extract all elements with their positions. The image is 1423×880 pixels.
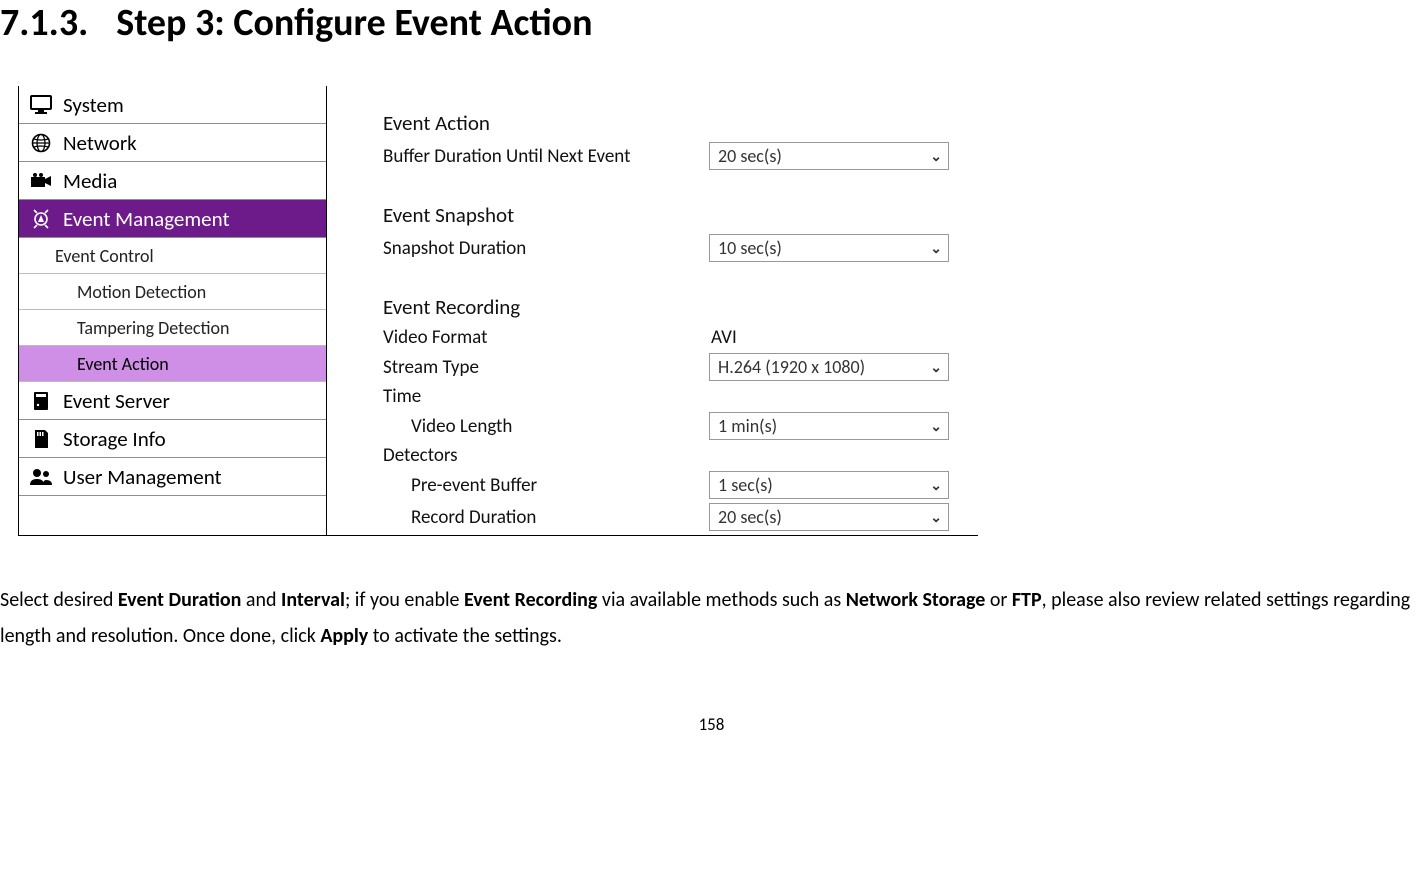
label-time: Time <box>383 385 709 408</box>
select-value: H.264 (1920 x 1080) <box>718 356 865 378</box>
label-buffer-duration: Buffer Duration Until Next Event <box>383 145 709 168</box>
sidebar-item-storage-info[interactable]: Storage Info <box>19 420 326 458</box>
alert-icon <box>27 209 55 229</box>
select-value: 1 sec(s) <box>718 474 773 496</box>
sidebar-item-label: Storage Info <box>55 426 166 452</box>
label-stream-type: Stream Type <box>383 356 709 379</box>
select-value: 20 sec(s) <box>718 506 782 528</box>
subnav-label: Motion Detection <box>77 281 206 303</box>
sidebar-item-event-server[interactable]: Event Server <box>19 382 326 420</box>
sidebar-item-user-management[interactable]: User Management <box>19 458 326 496</box>
sidebar-item-label: User Management <box>55 464 222 490</box>
sidebar: System Network Media Event Management <box>19 86 327 535</box>
subnav-item-motion-detection[interactable]: Motion Detection <box>19 274 326 310</box>
sidebar-item-media[interactable]: Media <box>19 162 326 200</box>
subnav-item-event-action[interactable]: Event Action <box>19 346 326 382</box>
chevron-down-icon: ⌄ <box>930 240 942 257</box>
chevron-down-icon: ⌄ <box>930 509 942 526</box>
section-title: Step 3: Configure Event Action <box>116 0 592 46</box>
section-event-snapshot: Event Snapshot <box>383 202 978 228</box>
camera-icon <box>27 173 55 189</box>
sidebar-item-label: Event Server <box>55 388 170 414</box>
select-snapshot-duration[interactable]: 10 sec(s) ⌄ <box>709 234 949 262</box>
label-pre-event-buffer: Pre-event Buffer <box>383 474 709 497</box>
subnav-item-tampering-detection[interactable]: Tampering Detection <box>19 310 326 346</box>
select-value: 20 sec(s) <box>718 145 782 167</box>
sidebar-item-label: Network <box>55 130 137 156</box>
chevron-down-icon: ⌄ <box>930 148 942 165</box>
page-number: 158 <box>0 714 1423 735</box>
sidebar-blank <box>19 496 326 532</box>
section-event-recording: Event Recording <box>383 294 978 320</box>
select-value: 1 min(s) <box>718 415 777 437</box>
value-video-format: AVI <box>709 326 737 349</box>
label-video-format: Video Format <box>383 326 709 349</box>
chevron-down-icon: ⌄ <box>930 418 942 435</box>
subnav-item-event-control[interactable]: Event Control <box>19 238 326 274</box>
subnav-label: Tampering Detection <box>77 317 230 339</box>
subnav-label: Event Action <box>77 353 169 375</box>
sidebar-item-system[interactable]: System <box>19 86 326 124</box>
label-snapshot-duration: Snapshot Duration <box>383 237 709 260</box>
label-record-duration: Record Duration <box>383 506 709 529</box>
sidebar-item-network[interactable]: Network <box>19 124 326 162</box>
select-buffer-duration[interactable]: 20 sec(s) ⌄ <box>709 142 949 170</box>
content-panel: Event Action Buffer Duration Until Next … <box>327 86 978 535</box>
select-stream-type[interactable]: H.264 (1920 x 1080) ⌄ <box>709 353 949 381</box>
section-number: 7.1.3. <box>0 0 88 46</box>
select-value: 10 sec(s) <box>718 237 782 259</box>
screenshot-panel: System Network Media Event Management <box>18 86 978 536</box>
page-heading: 7.1.3. Step 3: Configure Event Action <box>0 0 1423 46</box>
chevron-down-icon: ⌄ <box>930 477 942 494</box>
sidebar-item-label: System <box>55 92 124 118</box>
server-icon <box>27 391 55 411</box>
sd-card-icon <box>27 429 55 449</box>
sidebar-item-event-management[interactable]: Event Management <box>19 200 326 238</box>
chevron-down-icon: ⌄ <box>930 359 942 376</box>
globe-icon <box>27 133 55 153</box>
select-pre-event-buffer[interactable]: 1 sec(s) ⌄ <box>709 471 949 499</box>
label-detectors: Detectors <box>383 444 709 467</box>
body-paragraph: Select desired Event Duration and Interv… <box>0 582 1423 654</box>
section-event-action: Event Action <box>383 110 978 136</box>
sidebar-item-label: Event Management <box>55 206 229 232</box>
select-record-duration[interactable]: 20 sec(s) ⌄ <box>709 503 949 531</box>
subnav-event-management: Event Control Motion Detection Tampering… <box>19 238 326 382</box>
sidebar-item-label: Media <box>55 168 117 194</box>
label-video-length: Video Length <box>383 415 709 438</box>
users-icon <box>27 468 55 486</box>
select-video-length[interactable]: 1 min(s) ⌄ <box>709 412 949 440</box>
subnav-label: Event Control <box>55 245 154 267</box>
monitor-icon <box>27 95 55 115</box>
